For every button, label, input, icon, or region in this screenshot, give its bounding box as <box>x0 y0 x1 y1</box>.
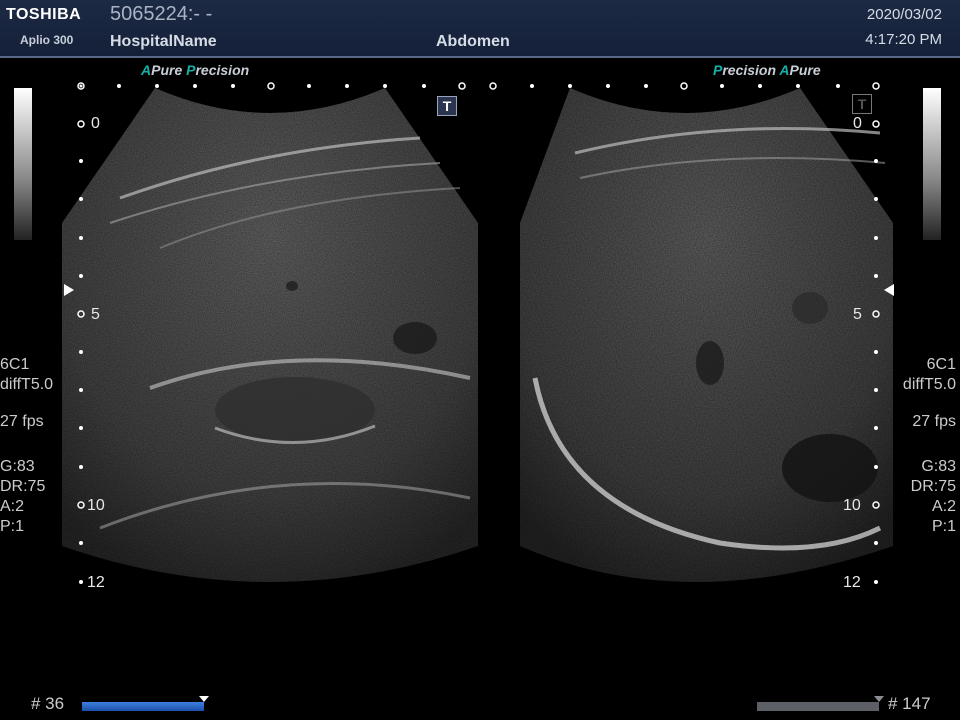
right-cine-fill <box>757 702 879 711</box>
right-depth-5: 5 <box>853 306 862 323</box>
left-a: A:2 <box>0 498 25 515</box>
right-depth-10: 10 <box>843 497 861 514</box>
right-depth-12: 12 <box>843 574 861 591</box>
exam-type: Abdomen <box>436 33 510 50</box>
right-fps: 27 fps <box>912 413 956 430</box>
right-params-probe: 6C1 diffT5.0 <box>903 355 956 395</box>
exam-date: 2020/03/02 <box>866 6 942 23</box>
left-depth-5: 5 <box>91 306 100 323</box>
left-cine-marker[interactable] <box>199 696 209 702</box>
right-frame-counter: # 147 <box>888 694 931 713</box>
left-cine-fill <box>82 702 204 711</box>
left-probe: 6C1 <box>0 356 30 373</box>
right-params-gain: G:83 DR:75 A:2 P:1 <box>911 457 956 537</box>
right-harmonic: diffT5.0 <box>902 376 956 393</box>
right-dr: DR:75 <box>910 478 956 495</box>
right-a: A:2 <box>931 498 956 515</box>
right-cine-slider[interactable] <box>757 696 884 711</box>
left-harmonic: diffT5.0 <box>0 376 54 393</box>
left-cine-slider[interactable] <box>82 696 209 711</box>
right-cine-marker[interactable] <box>874 696 884 702</box>
left-frame-counter: # 36 <box>31 694 65 713</box>
left-mode-label: APure Precision <box>141 62 250 78</box>
right-p: P:1 <box>931 518 956 535</box>
left-params-gain: G:83 DR:75 A:2 P:1 <box>0 457 45 537</box>
left-dr: DR:75 <box>0 478 46 495</box>
left-grayscale-bar <box>14 88 32 240</box>
left-active-frame-icon[interactable]: T <box>437 96 457 116</box>
right-ultrasound-sector <box>520 88 893 582</box>
left-p: P:1 <box>0 518 25 535</box>
exam-time: 4:17:20 PM <box>865 31 942 48</box>
left-params-probe: 6C1 diffT5.0 <box>0 355 53 395</box>
patient-id: 5065224:- - <box>110 3 213 25</box>
ultrasound-image-area <box>62 82 894 584</box>
left-depth-10: 10 <box>87 497 105 514</box>
left-ultrasound-sector <box>62 88 478 582</box>
device-model: Aplio 300 <box>20 33 74 47</box>
brand-logo: TOSHIBA <box>6 6 82 23</box>
left-depth-0: 0 <box>91 115 100 132</box>
right-frame-icon[interactable]: T <box>852 94 872 114</box>
header-bar: TOSHIBA Aplio 300 5065224:- - HospitalNa… <box>0 0 960 58</box>
right-depth-0: 0 <box>853 115 862 132</box>
right-grayscale-bar <box>923 88 941 240</box>
left-fps: 27 fps <box>0 413 44 430</box>
right-probe: 6C1 <box>926 356 956 373</box>
left-gain: G:83 <box>0 458 35 475</box>
right-gain: G:83 <box>921 458 956 475</box>
hospital-name: HospitalName <box>110 33 217 50</box>
left-depth-12: 12 <box>87 574 105 591</box>
top-lateral-scale <box>79 82 840 90</box>
right-mode-label: Precision APure <box>713 62 821 78</box>
